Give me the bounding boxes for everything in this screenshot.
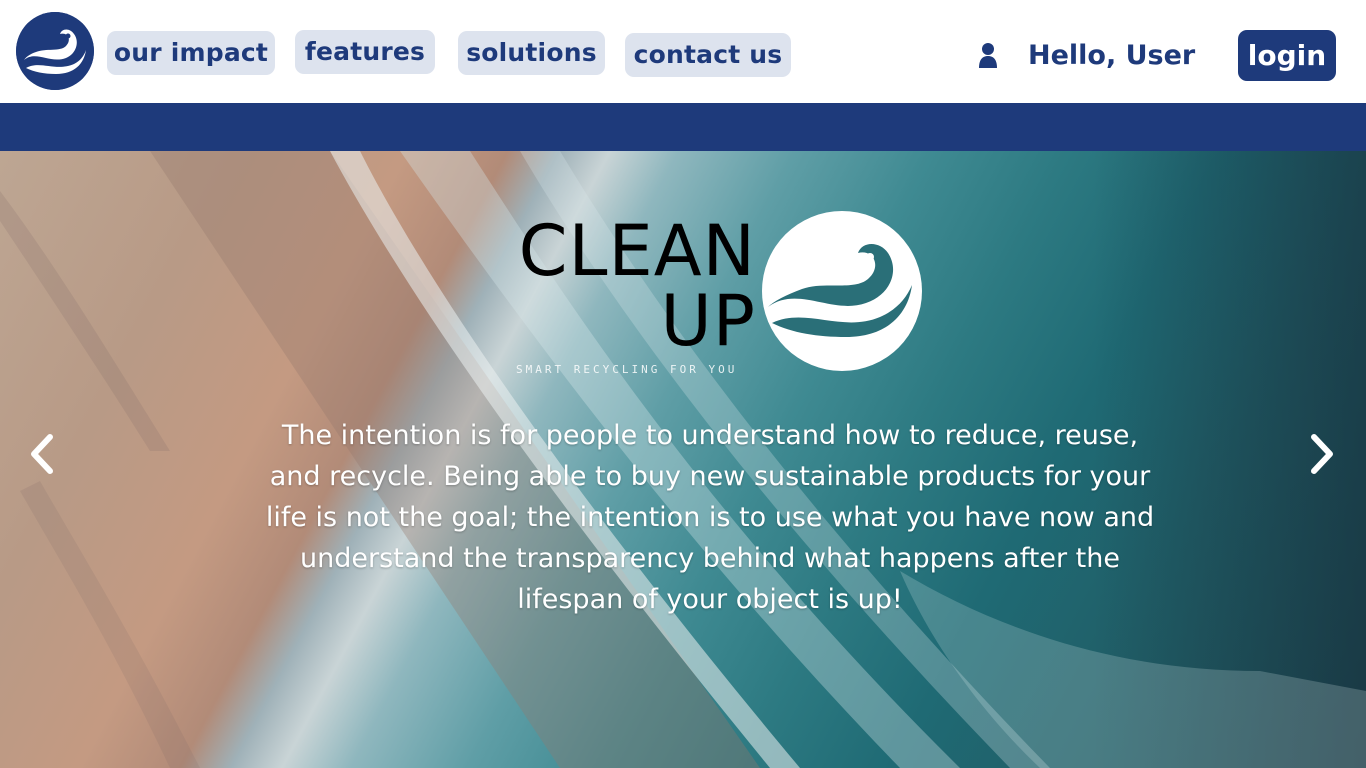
user-greeting: Hello, User [1028,40,1196,71]
site-header: our impact features solutions contact us… [0,0,1366,103]
nav-contact-us[interactable]: contact us [625,33,791,77]
nav-features[interactable]: features [295,30,435,74]
logo-tagline: SMART RECYCLING FOR YOU [516,363,738,376]
wave-icon[interactable] [16,12,94,90]
wave-emblem-icon [762,211,922,371]
nav-solutions[interactable]: solutions [458,31,605,75]
logo-word-up: UP [660,280,756,362]
hero-carousel: CLEAN UP SMART RECYCLING FOR YOU The int… [0,151,1366,768]
header-band [0,103,1366,151]
login-button[interactable]: login [1238,30,1336,81]
nav-our-impact[interactable]: our impact [107,31,275,75]
hero-logo: CLEAN UP SMART RECYCLING FOR YOU [510,209,930,384]
hero-description: The intention is for people to understan… [265,420,1155,615]
user-icon [978,42,998,68]
chevron-right-icon[interactable] [1302,429,1342,479]
chevron-left-icon[interactable] [22,429,62,479]
